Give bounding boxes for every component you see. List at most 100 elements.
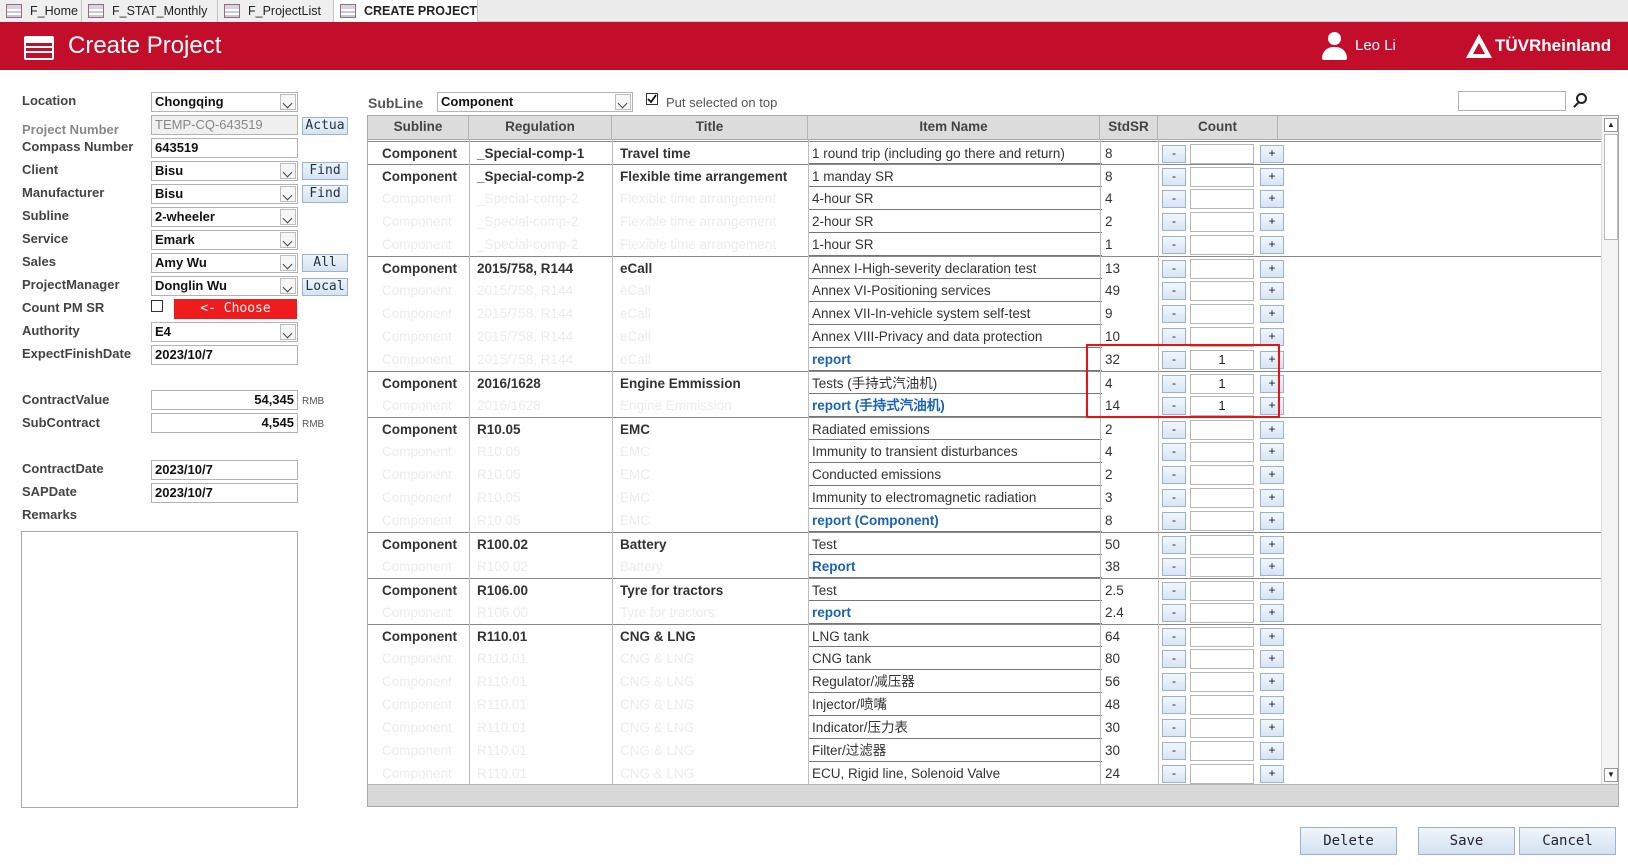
- decrement-button[interactable]: -: [1162, 719, 1186, 737]
- table-row[interactable]: Component R110.01 CNG & LNG ECU, Rigid line…: [368, 762, 1603, 785]
- count-input[interactable]: [1190, 281, 1254, 301]
- contract-date-field[interactable]: 2023/10/7: [151, 460, 298, 480]
- panel-subline-select[interactable]: Component: [437, 92, 633, 112]
- local-button[interactable]: Local: [302, 278, 348, 296]
- table-row[interactable]: Component _Special-comp-2 Flexible time ar…: [368, 233, 1603, 256]
- count-input[interactable]: [1190, 235, 1254, 255]
- cancel-button[interactable]: Cancel: [1519, 827, 1616, 855]
- table-row[interactable]: Component 2015/758, R144 eCall Annex VIII-P…: [368, 325, 1603, 348]
- increment-button[interactable]: +: [1260, 489, 1284, 507]
- client-select[interactable]: Bisu: [151, 161, 298, 181]
- decrement-button[interactable]: -: [1162, 190, 1186, 208]
- decrement-button[interactable]: -: [1162, 628, 1186, 646]
- table-row[interactable]: Component R10.05 EMC Conducted emissions 2 - +: [368, 463, 1603, 486]
- count-input[interactable]: [1190, 741, 1254, 761]
- count-input[interactable]: [1190, 557, 1254, 577]
- table-row[interactable]: Component R110.01 CNG & LNG Injector/喷嘴 48 - +: [368, 693, 1603, 716]
- decrement-button[interactable]: -: [1162, 604, 1186, 622]
- count-input[interactable]: [1190, 764, 1254, 784]
- table-row[interactable]: Component 2015/758, R144 eCall Annex VI-Pos…: [368, 279, 1603, 302]
- table-row[interactable]: Component 2016/1628 Engine Emmission report…: [368, 394, 1603, 417]
- service-select[interactable]: Emark: [151, 230, 298, 250]
- cell-item[interactable]: report: [808, 601, 1098, 624]
- remarks-textarea[interactable]: [21, 531, 298, 808]
- decrement-button[interactable]: -: [1162, 443, 1186, 461]
- increment-button[interactable]: +: [1260, 213, 1284, 231]
- find-manufacturer-button[interactable]: Find: [302, 185, 348, 203]
- cell-item[interactable]: report: [808, 348, 1098, 371]
- subline-select[interactable]: 2-wheeler: [151, 207, 298, 227]
- col-item-name[interactable]: Item Name: [808, 116, 1100, 140]
- tab-create-project[interactable]: CREATE PROJECT: [334, 0, 478, 22]
- count-input[interactable]: [1190, 511, 1254, 531]
- increment-button[interactable]: +: [1260, 719, 1284, 737]
- chevron-down-icon[interactable]: [280, 278, 296, 294]
- count-input[interactable]: [1190, 189, 1254, 209]
- table-row[interactable]: Component R100.02 Battery Test 50 - +: [368, 532, 1603, 555]
- increment-button[interactable]: +: [1260, 628, 1284, 646]
- count-input[interactable]: [1190, 627, 1254, 647]
- expect-finish-date-field[interactable]: 2023/10/7: [151, 345, 298, 365]
- table-row[interactable]: Component R10.05 EMC report (Component) 8 - +: [368, 509, 1603, 532]
- increment-button[interactable]: +: [1260, 582, 1284, 600]
- project-manager-select[interactable]: Donglin Wu: [151, 276, 298, 296]
- cell-item[interactable]: report (手持式汽油机): [808, 394, 1098, 417]
- authority-select[interactable]: E4: [151, 322, 298, 342]
- table-row[interactable]: Component R10.05 EMC Immunity to electromag…: [368, 486, 1603, 509]
- location-select[interactable]: Chongqing: [151, 92, 298, 112]
- search-icon[interactable]: [1572, 92, 1590, 110]
- sales-select[interactable]: Amy Wu: [151, 253, 298, 273]
- table-row[interactable]: Component 2016/1628 Engine Emmission Tests …: [368, 371, 1603, 394]
- increment-button[interactable]: +: [1260, 282, 1284, 300]
- compass-number-field[interactable]: 643519: [151, 138, 298, 158]
- table-row[interactable]: Component R106.00 Tyre for tractors Test 2.5…: [368, 578, 1603, 601]
- tab-f-home[interactable]: F_Home: [0, 0, 82, 22]
- decrement-button[interactable]: -: [1162, 260, 1186, 278]
- increment-button[interactable]: +: [1260, 236, 1284, 254]
- table-row[interactable]: Component _Special-comp-2 Flexible time ar…: [368, 210, 1603, 233]
- increment-button[interactable]: +: [1260, 168, 1284, 186]
- increment-button[interactable]: +: [1260, 260, 1284, 278]
- table-row[interactable]: Component _Special-comp-2 Flexible time ar…: [368, 164, 1603, 187]
- table-row[interactable]: Component R10.05 EMC Immunity to transient …: [368, 440, 1603, 463]
- decrement-button[interactable]: -: [1162, 765, 1186, 783]
- chevron-down-icon[interactable]: [615, 94, 631, 110]
- find-client-button[interactable]: Find: [302, 162, 348, 180]
- increment-button[interactable]: +: [1260, 696, 1284, 714]
- decrement-button[interactable]: -: [1162, 168, 1186, 186]
- scroll-thumb[interactable]: [1604, 134, 1618, 240]
- col-title[interactable]: Title: [612, 116, 808, 140]
- increment-button[interactable]: +: [1260, 421, 1284, 439]
- table-row[interactable]: Component R106.00 Tyre for tractors report 2…: [368, 601, 1603, 624]
- count-input[interactable]: [1190, 695, 1254, 715]
- chevron-down-icon[interactable]: [280, 255, 296, 271]
- table-row[interactable]: Component R110.01 CNG & LNG Filter/过滤器 30 - +: [368, 739, 1603, 762]
- table-row[interactable]: Component R110.01 CNG & LNG LNG tank 64 - +: [368, 624, 1603, 647]
- table-row[interactable]: Component R110.01 CNG & LNG Indicator/压力表 30…: [368, 716, 1603, 739]
- sap-date-field[interactable]: 2023/10/7: [151, 483, 298, 503]
- increment-button[interactable]: +: [1260, 466, 1284, 484]
- count-input[interactable]: [1190, 167, 1254, 187]
- increment-button[interactable]: +: [1260, 742, 1284, 760]
- decrement-button[interactable]: -: [1162, 236, 1186, 254]
- col-regulation[interactable]: Regulation: [469, 116, 612, 140]
- table-row[interactable]: Component R110.01 CNG & LNG CNG tank 80 - +: [368, 647, 1603, 670]
- decrement-button[interactable]: -: [1162, 558, 1186, 576]
- all-sales-button[interactable]: All: [302, 254, 348, 272]
- table-row[interactable]: Component 2015/758, R144 eCall Annex VII-In…: [368, 302, 1603, 325]
- decrement-button[interactable]: -: [1162, 305, 1186, 323]
- decrement-button[interactable]: -: [1162, 512, 1186, 530]
- actua-button[interactable]: Actua: [302, 117, 348, 135]
- table-row[interactable]: Component R100.02 Battery Report 38 - +: [368, 555, 1603, 578]
- count-input[interactable]: [1190, 144, 1254, 164]
- count-pm-sr-checkbox[interactable]: [151, 300, 163, 312]
- table-row[interactable]: Component R10.05 EMC Radiated emissions 2 - +: [368, 417, 1603, 440]
- count-input[interactable]: [1190, 535, 1254, 555]
- increment-button[interactable]: +: [1260, 190, 1284, 208]
- table-row[interactable]: Component _Special-comp-1 Travel time 1 rou…: [368, 141, 1603, 164]
- col-count[interactable]: Count: [1158, 116, 1278, 140]
- increment-button[interactable]: +: [1260, 604, 1284, 622]
- scroll-down-icon[interactable]: ▼: [1604, 768, 1618, 782]
- put-selected-checkbox[interactable]: [646, 93, 658, 105]
- manufacturer-select[interactable]: Bisu: [151, 184, 298, 204]
